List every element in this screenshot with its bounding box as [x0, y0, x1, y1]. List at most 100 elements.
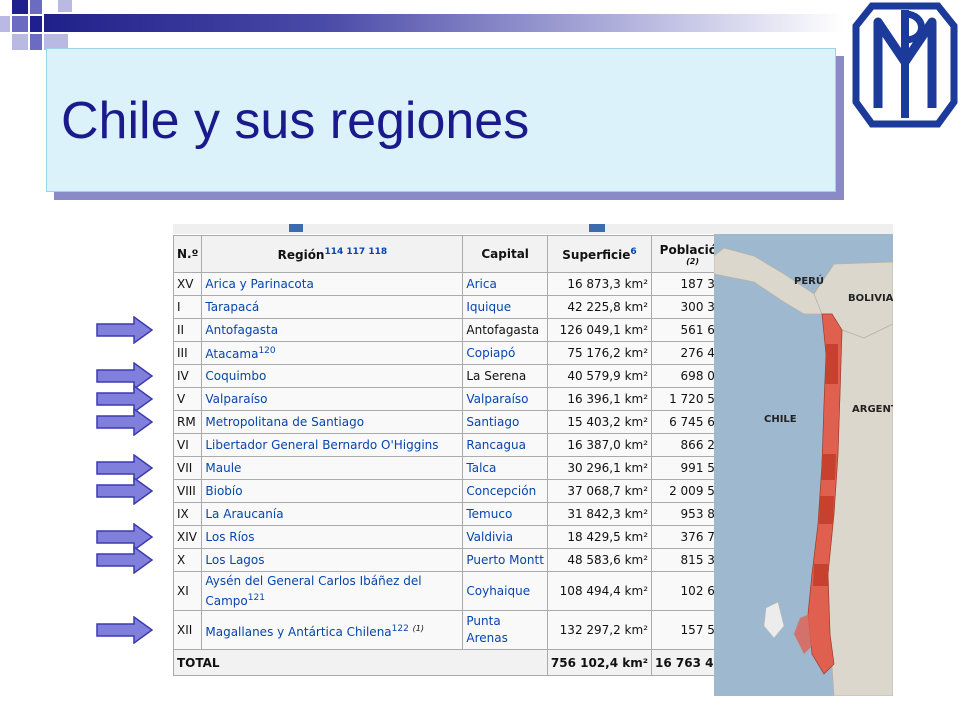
- region-number: V: [172, 387, 203, 411]
- region-number: XIV: [172, 525, 203, 549]
- table-row: VII Maule Talca 30 296,1 km² 991 542: [172, 456, 735, 480]
- reference-link[interactable]: 121: [248, 593, 265, 603]
- capital-link[interactable]: Concepción: [462, 479, 548, 503]
- table-row: V Valparaíso Valparaíso 16 396,1 km² 1 720 5…: [172, 387, 735, 411]
- region-number: VIII: [172, 479, 203, 503]
- region-name-link[interactable]: Maule: [201, 456, 464, 480]
- table-row: I Tarapacá Iquique 42 225,8 km² 300 301: [172, 295, 735, 319]
- capital-link[interactable]: Puerto Montt: [462, 548, 548, 572]
- region-name-link[interactable]: Aysén del General Carlos Ibáñez del Camp…: [201, 571, 464, 611]
- arrow-right-icon: [96, 477, 154, 505]
- header-band: [44, 14, 844, 32]
- col-header-superficie: Superficie6: [546, 235, 653, 273]
- capital-link[interactable]: Copiapó: [462, 341, 548, 365]
- region-number: VI: [172, 433, 203, 457]
- capital-text: Antofagasta: [462, 318, 548, 342]
- region-number: XV: [172, 272, 203, 296]
- region-number: X: [172, 548, 203, 572]
- region-number: III: [172, 341, 203, 365]
- capital-text: La Serena: [462, 364, 548, 388]
- capital-link[interactable]: Iquique: [462, 295, 548, 319]
- region-name-link[interactable]: Arica y Parinacota: [201, 272, 464, 296]
- capital-link[interactable]: Rancagua: [462, 433, 548, 457]
- footnote-marker: (1): [412, 623, 425, 633]
- region-area: 48 583,6 km²: [546, 548, 653, 572]
- capital-link[interactable]: Valdivia: [462, 525, 548, 549]
- table-row: X Los Lagos Puerto Montt 48 583,6 km² 815 39…: [172, 548, 735, 572]
- capital-link[interactable]: Punta Arenas: [462, 610, 548, 650]
- deco-square: [12, 0, 28, 14]
- capital-link[interactable]: Coyhaique: [462, 571, 548, 611]
- region-number: IX: [172, 502, 203, 526]
- region-name-link[interactable]: La Araucanía: [201, 502, 464, 526]
- deco-square: [30, 0, 42, 14]
- title-box: Chile y sus regiones: [46, 48, 836, 192]
- table-row: IV Coquimbo La Serena 40 579,9 km² 698 018: [172, 364, 735, 388]
- table-row: IX La Araucanía Temuco 31 842,3 km² 953 835: [172, 502, 735, 526]
- table-header-row: N.º Región114 117 118 Capital Superficie…: [172, 235, 735, 273]
- deco-square: [12, 16, 28, 32]
- total-area: 756 102,4 km²: [546, 649, 653, 676]
- region-number: II: [172, 318, 203, 342]
- toolbar-mark: [289, 224, 303, 232]
- capital-link[interactable]: Talca: [462, 456, 548, 480]
- region-number: I: [172, 295, 203, 319]
- deco-square: [30, 34, 42, 50]
- region-area: 126 049,1 km²: [546, 318, 653, 342]
- map-label-argentina: ARGENT: [852, 404, 893, 415]
- chi-rho-logo-icon: [852, 2, 958, 128]
- table-row: VIII Biobío Concepción 37 068,7 km² 2 009 54…: [172, 479, 735, 503]
- region-name-link[interactable]: Valparaíso: [201, 387, 464, 411]
- deco-square: [0, 16, 10, 32]
- page-title: Chile y sus regiones: [61, 92, 530, 150]
- region-number: XII: [172, 610, 203, 650]
- region-name-link[interactable]: Biobío: [201, 479, 464, 503]
- map-label-peru: PERÚ: [794, 274, 824, 287]
- col-header-region: Región114 117 118: [201, 235, 464, 273]
- region-name-link[interactable]: Atacama120: [201, 341, 464, 365]
- region-area: 16 873,3 km²: [546, 272, 653, 296]
- region-name-link[interactable]: Los Lagos: [201, 548, 464, 572]
- region-area: 30 296,1 km²: [546, 456, 653, 480]
- region-number: RM: [172, 410, 203, 434]
- total-label: TOTAL: [173, 649, 548, 676]
- region-area: 37 068,7 km²: [546, 479, 653, 503]
- region-name-link[interactable]: Metropolitana de Santiago: [201, 410, 464, 434]
- map-label-chile: CHILE: [764, 414, 797, 425]
- deco-square: [30, 16, 42, 32]
- region-area: 31 842,3 km²: [546, 502, 653, 526]
- table-row: XIV Los Ríos Valdivia 18 429,5 km² 376 704: [172, 525, 735, 549]
- capital-link[interactable]: Santiago: [462, 410, 548, 434]
- capital-link[interactable]: Valparaíso: [462, 387, 548, 411]
- region-area: 18 429,5 km²: [546, 525, 653, 549]
- arrow-right-icon: [96, 546, 154, 574]
- col-header-capital: Capital: [462, 235, 548, 273]
- reference-link[interactable]: 122: [392, 624, 409, 634]
- arrow-right-icon: [96, 616, 154, 644]
- deco-square: [58, 0, 72, 12]
- region-area: 75 176,2 km²: [546, 341, 653, 365]
- region-number: VII: [172, 456, 203, 480]
- capital-link[interactable]: Temuco: [462, 502, 548, 526]
- region-area: 15 403,2 km²: [546, 410, 653, 434]
- region-name-link[interactable]: Libertador General Bernardo O'Higgins: [201, 433, 464, 457]
- deco-square: [12, 34, 28, 50]
- reference-link[interactable]: 120: [258, 346, 275, 356]
- capital-link[interactable]: Arica: [462, 272, 548, 296]
- toolbar-strip: [173, 224, 893, 234]
- arrow-right-icon: [96, 408, 154, 436]
- map-label-bolivia: BOLIVIA: [848, 293, 893, 304]
- region-area: 42 225,8 km²: [546, 295, 653, 319]
- toolbar-mark: [589, 224, 605, 232]
- region-name-link[interactable]: Los Ríos: [201, 525, 464, 549]
- regions-table: N.º Región114 117 118 Capital Superficie…: [172, 235, 735, 676]
- region-name-link[interactable]: Magallanes y Antártica Chilena122 (1): [201, 610, 464, 650]
- region-area: 16 396,1 km²: [546, 387, 653, 411]
- region-name-link[interactable]: Coquimbo: [201, 364, 464, 388]
- region-name-link[interactable]: Antofagasta: [201, 318, 464, 342]
- region-name-link[interactable]: Tarapacá: [201, 295, 464, 319]
- table-row: XII Magallanes y Antártica Chilena122 (1)…: [172, 610, 735, 650]
- region-number: IV: [172, 364, 203, 388]
- col-header-number: N.º: [172, 235, 203, 273]
- table-total-row: TOTAL 756 102,4 km² 16 763 470: [173, 649, 735, 676]
